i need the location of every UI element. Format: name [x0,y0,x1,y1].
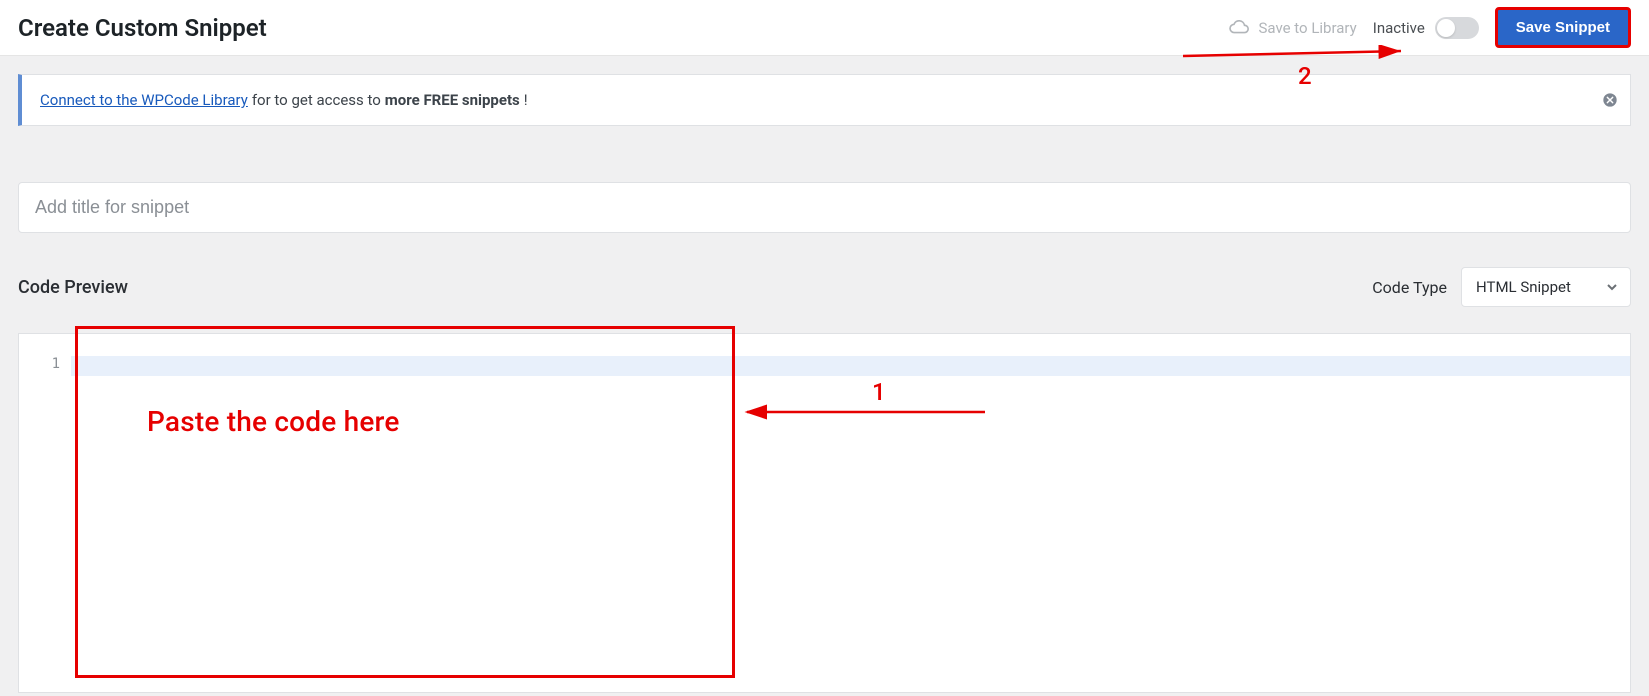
chevron-down-icon [1606,281,1618,293]
title-area [18,182,1631,233]
library-notice-bold: more FREE snippets [385,91,520,109]
editor-line-number: 1 [19,356,70,372]
editor-gutter: 1 [19,334,71,692]
code-preview-header: Code Preview Code Type HTML Snippet [18,267,1631,307]
header-actions: Save to Library Inactive Save Snippet [1228,7,1631,48]
code-type-select[interactable]: HTML Snippet [1461,267,1631,307]
status-toggle[interactable] [1435,17,1479,39]
status-toggle-knob [1437,19,1455,37]
page-title: Create Custom Snippet [18,14,267,42]
library-notice: Connect to the WPCode Library for to get… [18,74,1631,126]
library-notice-text-1: for to get access to [252,91,381,109]
save-to-library-action: Save to Library [1228,19,1356,37]
close-icon[interactable] [1600,90,1620,110]
page-header: Create Custom Snippet Save to Library In… [0,0,1649,56]
editor-active-line-highlight [71,356,1630,376]
snippet-title-input[interactable] [18,182,1631,233]
cloud-icon [1228,20,1250,36]
status-label: Inactive [1373,19,1425,37]
code-type-label: Code Type [1372,278,1447,297]
library-notice-text-2: ! [524,91,528,109]
code-type-area: Code Type HTML Snippet [1372,267,1631,307]
save-to-library-label: Save to Library [1258,19,1356,37]
code-editor[interactable]: 1 [18,333,1631,693]
content-area: Connect to the WPCode Library for to get… [0,56,1649,693]
library-notice-link[interactable]: Connect to the WPCode Library [40,91,248,109]
code-type-value: HTML Snippet [1476,278,1571,296]
status-toggle-area: Inactive [1373,17,1479,39]
editor-code-area[interactable] [71,334,1630,692]
code-preview-label: Code Preview [18,277,128,298]
save-snippet-button[interactable]: Save Snippet [1495,7,1631,48]
